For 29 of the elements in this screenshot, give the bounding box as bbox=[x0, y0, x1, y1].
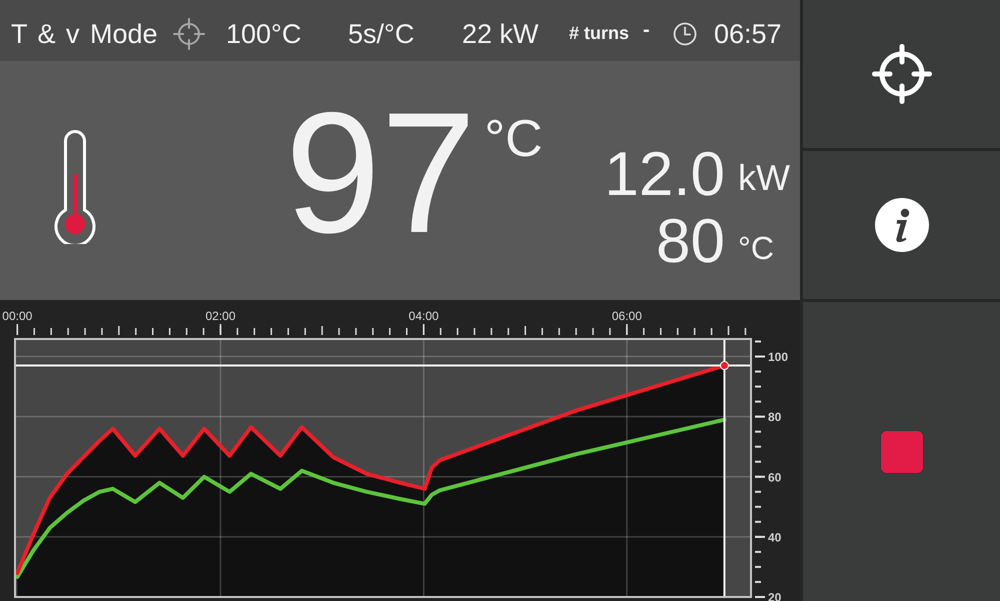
power-value: 12.0 bbox=[604, 141, 726, 208]
thermometer-icon bbox=[54, 130, 96, 244]
elapsed-time: 06:57 bbox=[714, 18, 782, 50]
axis-label: 100 bbox=[768, 350, 788, 364]
axis-label: 60 bbox=[768, 470, 782, 484]
power-limit: 22 kW bbox=[462, 18, 539, 50]
turns-value: - bbox=[643, 20, 651, 40]
target-button[interactable] bbox=[803, 0, 1000, 148]
crosshair-icon bbox=[173, 18, 205, 50]
axis-label: 06:00 bbox=[612, 309, 642, 323]
rate-value: 5s/°C bbox=[348, 18, 414, 50]
mode-label: T & v Mode bbox=[11, 18, 158, 50]
stop-icon bbox=[880, 430, 924, 474]
axis-label: 04:00 bbox=[408, 309, 439, 323]
turns-label: # turns bbox=[569, 23, 630, 45]
secondary-temperature-unit: °C bbox=[738, 232, 775, 264]
secondary-temperature-value: 80 bbox=[656, 208, 726, 275]
temperature-value: 97 bbox=[285, 87, 476, 259]
info-button[interactable] bbox=[803, 151, 1000, 299]
temperature-unit: °C bbox=[484, 113, 543, 165]
axis-label: 80 bbox=[768, 410, 782, 424]
info-icon bbox=[874, 198, 928, 252]
axis-label: 02:00 bbox=[205, 309, 236, 323]
target-temperature: 100°C bbox=[226, 18, 302, 50]
axis-label: 40 bbox=[768, 530, 782, 544]
power-unit: kW bbox=[738, 160, 790, 196]
axis-label: 00:00 bbox=[2, 309, 32, 323]
crosshair-icon bbox=[872, 44, 932, 104]
clock-icon bbox=[673, 22, 697, 46]
